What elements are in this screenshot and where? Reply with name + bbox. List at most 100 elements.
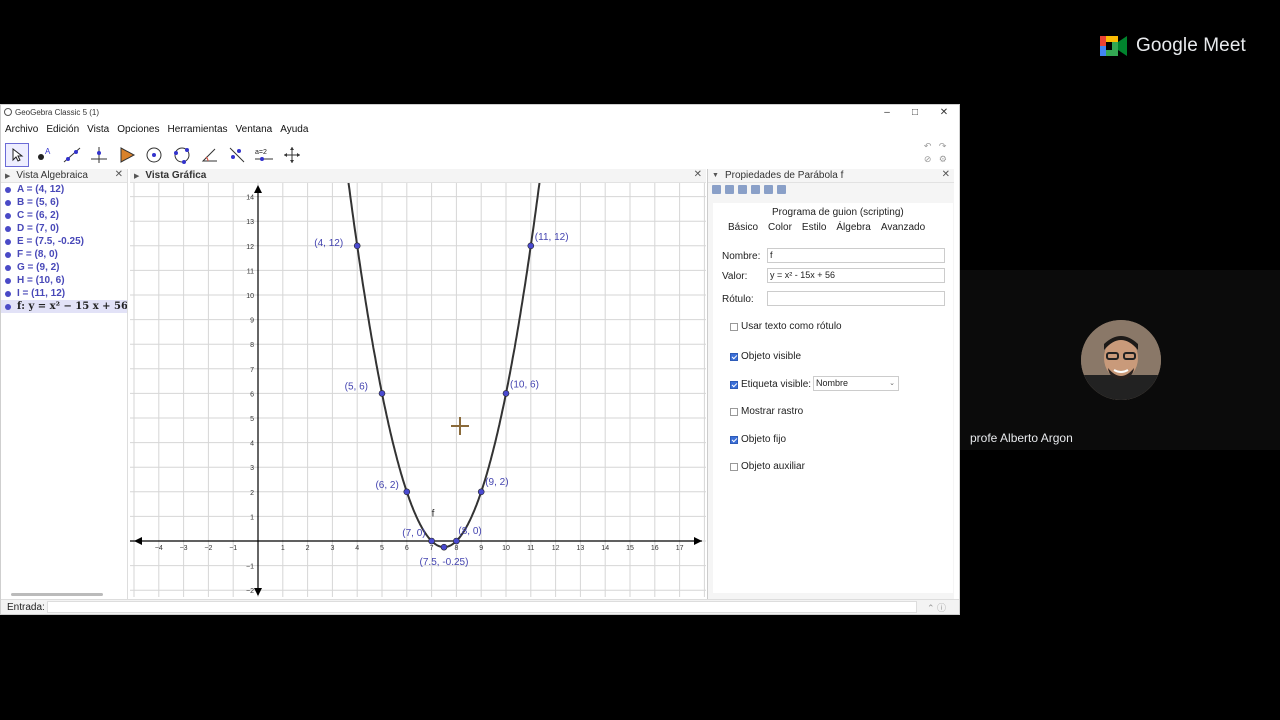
graph-point[interactable]	[428, 537, 435, 545]
use-text-caption-checkbox[interactable]	[730, 322, 738, 331]
show-trace-row[interactable]: Mostrar rastro	[730, 406, 803, 417]
undo-icon[interactable]: ↶ ↷	[924, 141, 947, 152]
tab-algebra[interactable]: Álgebra	[831, 221, 875, 236]
algebra-item-c[interactable]: C = (6, 2)	[1, 209, 127, 222]
perpendicular-tool-button[interactable]	[87, 143, 111, 167]
show-trace-checkbox[interactable]	[730, 407, 738, 416]
menu-ayuda[interactable]: Ayuda	[276, 122, 312, 138]
slider-tool-button[interactable]: a=2	[252, 143, 276, 167]
object-visible-row[interactable]: Objeto visible	[730, 351, 801, 362]
label-mode-select[interactable]: Nombre ⌄	[813, 376, 899, 391]
graph-point[interactable]	[378, 390, 386, 397]
input-field[interactable]	[47, 601, 917, 613]
graphics-view-header[interactable]: ▶ Vista Gráfica ✕	[130, 169, 706, 183]
menu-archivo[interactable]: Archivo	[1, 122, 42, 138]
visibility-dot-icon[interactable]	[5, 225, 11, 232]
point-tool-button[interactable]: A	[32, 143, 56, 167]
algebra-item-f-point[interactable]: F = (8, 0)	[1, 248, 127, 261]
algebra-view-header[interactable]: ▶ Vista Algebraica ✕	[1, 169, 127, 183]
polygon-tool-button[interactable]	[115, 143, 139, 167]
graph-point[interactable]	[477, 488, 485, 496]
tab-scripting[interactable]: Programa de guion (scripting)	[772, 207, 904, 218]
close-icon[interactable]: ✕	[115, 169, 123, 180]
y-axis-arrow-down	[254, 588, 262, 596]
algebra-item-b[interactable]: B = (5, 6)	[1, 196, 127, 209]
tab-color[interactable]: Color	[763, 221, 797, 236]
graph-point[interactable]	[403, 488, 411, 496]
window-titlebar[interactable]: GeoGebra Classic 5 (1) – □ ✕	[1, 105, 959, 120]
x-tick-label: 9	[479, 545, 483, 552]
graph-point[interactable]	[440, 543, 448, 551]
horizontal-scrollbar[interactable]	[11, 593, 103, 596]
advanced-settings-icon[interactable]	[777, 185, 786, 194]
auxiliary-object-checkbox[interactable]	[730, 462, 738, 471]
visibility-dot-icon[interactable]	[5, 199, 11, 206]
collapse-arrow-icon[interactable]: ▶	[5, 172, 10, 180]
algebra-item-d[interactable]: D = (7, 0)	[1, 222, 127, 235]
tab-estilo[interactable]: Estilo	[797, 221, 831, 236]
object-visible-checkbox[interactable]	[730, 352, 738, 361]
objects-settings-icon[interactable]	[725, 185, 734, 194]
visibility-dot-icon[interactable]	[5, 303, 11, 310]
algebra-item-function-f[interactable]: f: y = x² − 15 x + 56	[1, 300, 127, 313]
fixed-object-checkbox[interactable]	[730, 435, 738, 444]
angle-tool-button[interactable]	[197, 143, 221, 167]
visibility-dot-icon[interactable]	[5, 238, 11, 245]
close-icon[interactable]: ✕	[694, 169, 702, 180]
circle-tool-button[interactable]	[142, 143, 166, 167]
label-visible-row[interactable]: Etiqueta visible:	[730, 379, 811, 390]
graphics-canvas[interactable]: −4 −3 −2 −1 1 2 3 4 5 6 7 8 9 10 11 12 13 14 15 16 17−2−1123…	[130, 183, 706, 597]
menu-herramientas[interactable]: Herramientas	[163, 122, 231, 138]
fixed-object-row[interactable]: Objeto fijo	[730, 434, 786, 445]
properties-header[interactable]: ▼ Propiedades de Parábola f ✕	[708, 169, 954, 183]
graph-point[interactable]	[353, 242, 361, 250]
algebra-settings-icon[interactable]	[738, 185, 747, 194]
parabola-curve[interactable]	[347, 183, 541, 549]
algebra-item-g[interactable]: G = (9, 2)	[1, 261, 127, 274]
visibility-dot-icon[interactable]	[5, 186, 11, 193]
point-label: (4, 12)	[314, 238, 343, 249]
graph-point[interactable]	[502, 390, 510, 397]
visibility-dot-icon[interactable]	[5, 212, 11, 219]
value-field[interactable]: y = x² - 15x + 56	[767, 268, 945, 283]
graph-point[interactable]	[527, 242, 535, 250]
y-tick-label: 3	[250, 465, 254, 472]
help-icon[interactable]: ⌃ ⓘ	[927, 601, 946, 614]
spreadsheet-settings-icon[interactable]	[751, 185, 760, 194]
collapse-arrow-icon[interactable]: ▼	[712, 172, 719, 179]
minimize-button[interactable]: –	[872, 106, 902, 119]
menu-vista[interactable]: Vista	[83, 122, 113, 138]
use-text-caption-row[interactable]: Usar texto como rótulo	[730, 321, 842, 332]
menu-ventana[interactable]: Ventana	[232, 122, 277, 138]
graphics-settings-icon[interactable]	[712, 185, 721, 194]
layout-settings-icon[interactable]	[764, 185, 773, 194]
move-tool-button[interactable]	[5, 143, 29, 167]
algebra-item-i[interactable]: I = (11, 12)	[1, 287, 127, 300]
collapse-arrow-icon[interactable]: ▶	[134, 172, 139, 180]
visibility-dot-icon[interactable]	[5, 264, 11, 271]
close-window-button[interactable]: ✕	[929, 106, 959, 119]
visibility-dot-icon[interactable]	[5, 251, 11, 258]
algebra-item-e[interactable]: E = (7.5, -0.25)	[1, 235, 127, 248]
graph-point[interactable]	[453, 537, 460, 545]
tab-basico[interactable]: Básico	[723, 221, 764, 236]
auxiliary-object-row[interactable]: Objeto auxiliar	[730, 461, 805, 472]
name-field[interactable]: f	[767, 248, 945, 263]
line-tool-button[interactable]	[60, 143, 84, 167]
reflect-tool-button[interactable]	[225, 143, 249, 167]
circle-three-points-button[interactable]	[170, 143, 194, 167]
x-tick-label: 14	[601, 545, 609, 552]
caption-field[interactable]	[767, 291, 945, 306]
label-visible-checkbox[interactable]	[730, 380, 738, 389]
algebra-item-a[interactable]: A = (4, 12)	[1, 183, 127, 196]
visibility-dot-icon[interactable]	[5, 290, 11, 297]
settings-icon[interactable]: ⊘ ⚙	[924, 154, 947, 165]
move-view-button[interactable]	[280, 143, 304, 167]
visibility-dot-icon[interactable]	[5, 277, 11, 284]
algebra-item-h[interactable]: H = (10, 6)	[1, 274, 127, 287]
close-icon[interactable]: ✕	[942, 169, 950, 180]
menu-opciones[interactable]: Opciones	[113, 122, 163, 138]
tab-avanzado[interactable]: Avanzado	[876, 221, 930, 236]
menu-edicion[interactable]: Edición	[42, 122, 83, 138]
maximize-button[interactable]: □	[900, 106, 930, 119]
